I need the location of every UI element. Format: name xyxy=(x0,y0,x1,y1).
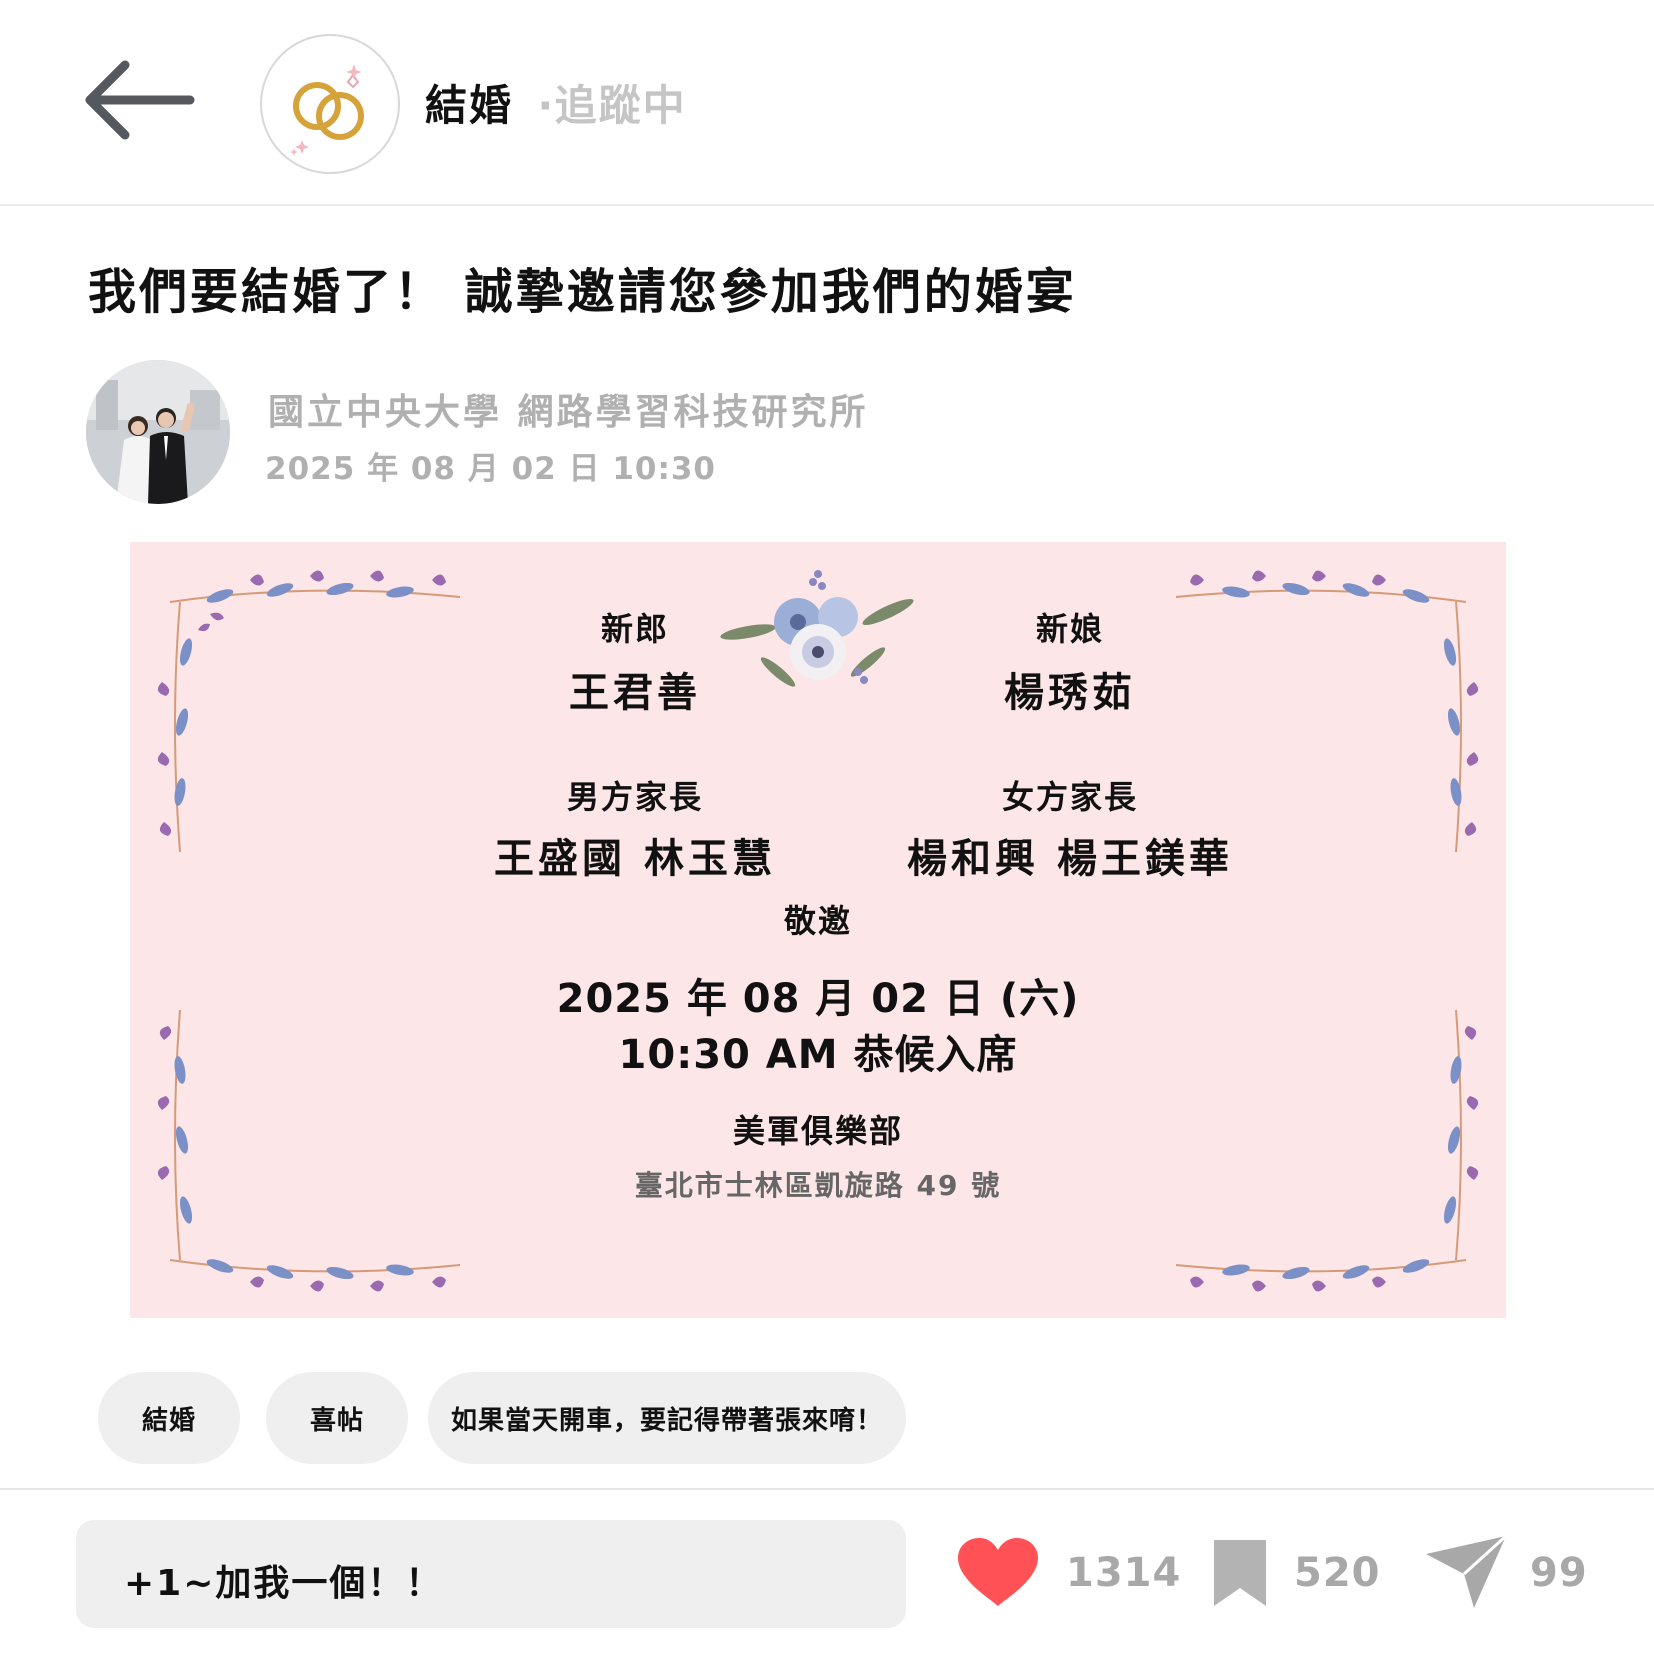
bride-parents-label: 女方家長 xyxy=(1001,778,1138,816)
groom-name: 王君善 xyxy=(569,670,701,716)
paper-plane-icon[interactable] xyxy=(1424,1534,1508,1610)
floral-corner-top-left xyxy=(157,570,461,853)
bookmark-icon[interactable] xyxy=(1212,1538,1268,1608)
heart-icon[interactable] xyxy=(956,1536,1040,1608)
tag-chip[interactable]: 如果當天開車，要記得帶著張來唷！ xyxy=(428,1372,906,1464)
tag-chip[interactable]: 喜帖 xyxy=(266,1372,408,1464)
bride-name: 楊琇茹 xyxy=(1004,670,1136,716)
date-line: 2025 年 08 月 02 日 (六) xyxy=(556,976,1080,1022)
groom-parents-label: 男方家長 xyxy=(566,778,703,816)
time-line: 10:30 AM 恭候入席 xyxy=(618,1032,1018,1078)
post-title: 我們要結婚了！ 誠摯邀請您參加我們的婚宴 xyxy=(88,264,1077,320)
invite-word: 敬邀 xyxy=(783,902,852,940)
post-date: 2025 年 08 月 02 日 10:30 xyxy=(265,451,716,487)
save-count: 520 xyxy=(1294,1550,1381,1596)
board-avatar[interactable] xyxy=(260,34,400,174)
invitation-card: 新郎 王君善 新娘 楊琇茹 男方家長 王盛國 林玉慧 女方家長 楊和興 楊王鎂華… xyxy=(130,542,1506,1318)
like-count: 1314 xyxy=(1066,1550,1182,1596)
couple-photo xyxy=(86,360,230,504)
tag-chip[interactable]: 結婚 xyxy=(98,1372,240,1464)
floral-corner-bottom-left xyxy=(157,1009,461,1292)
board-name[interactable]: 結婚 xyxy=(425,72,513,133)
comment-input-value: +1~加我一個！！ xyxy=(124,1563,444,1604)
floral-corner-bottom-right xyxy=(1175,1009,1479,1292)
bride-label: 新娘 xyxy=(1035,610,1104,648)
wedding-rings-icon xyxy=(290,64,364,156)
venue-address: 臺北市士林區凱旋路 49 號 xyxy=(634,1169,1002,1202)
groom-label: 新郎 xyxy=(600,610,669,648)
author-name[interactable]: 國立中央大學 網路學習科技研究所 xyxy=(268,383,869,435)
groom-parents: 王盛國 林玉慧 xyxy=(494,836,776,882)
action-bar: +1~加我一個！！ 1314 520 99 xyxy=(0,1488,1654,1654)
share-count: 99 xyxy=(1530,1550,1588,1596)
venue-name: 美軍俱樂部 xyxy=(732,1112,903,1150)
back-arrow-icon[interactable] xyxy=(80,55,200,145)
bride-parents: 楊和興 楊王鎂華 xyxy=(907,836,1233,882)
follow-status[interactable]: ‧追蹤中 xyxy=(538,72,687,133)
comment-input[interactable]: +1~加我一個！！ xyxy=(76,1520,906,1628)
author-avatar[interactable] xyxy=(86,360,230,504)
app-header: 結婚 ‧追蹤中 xyxy=(0,0,1654,206)
back-button[interactable] xyxy=(80,55,200,145)
